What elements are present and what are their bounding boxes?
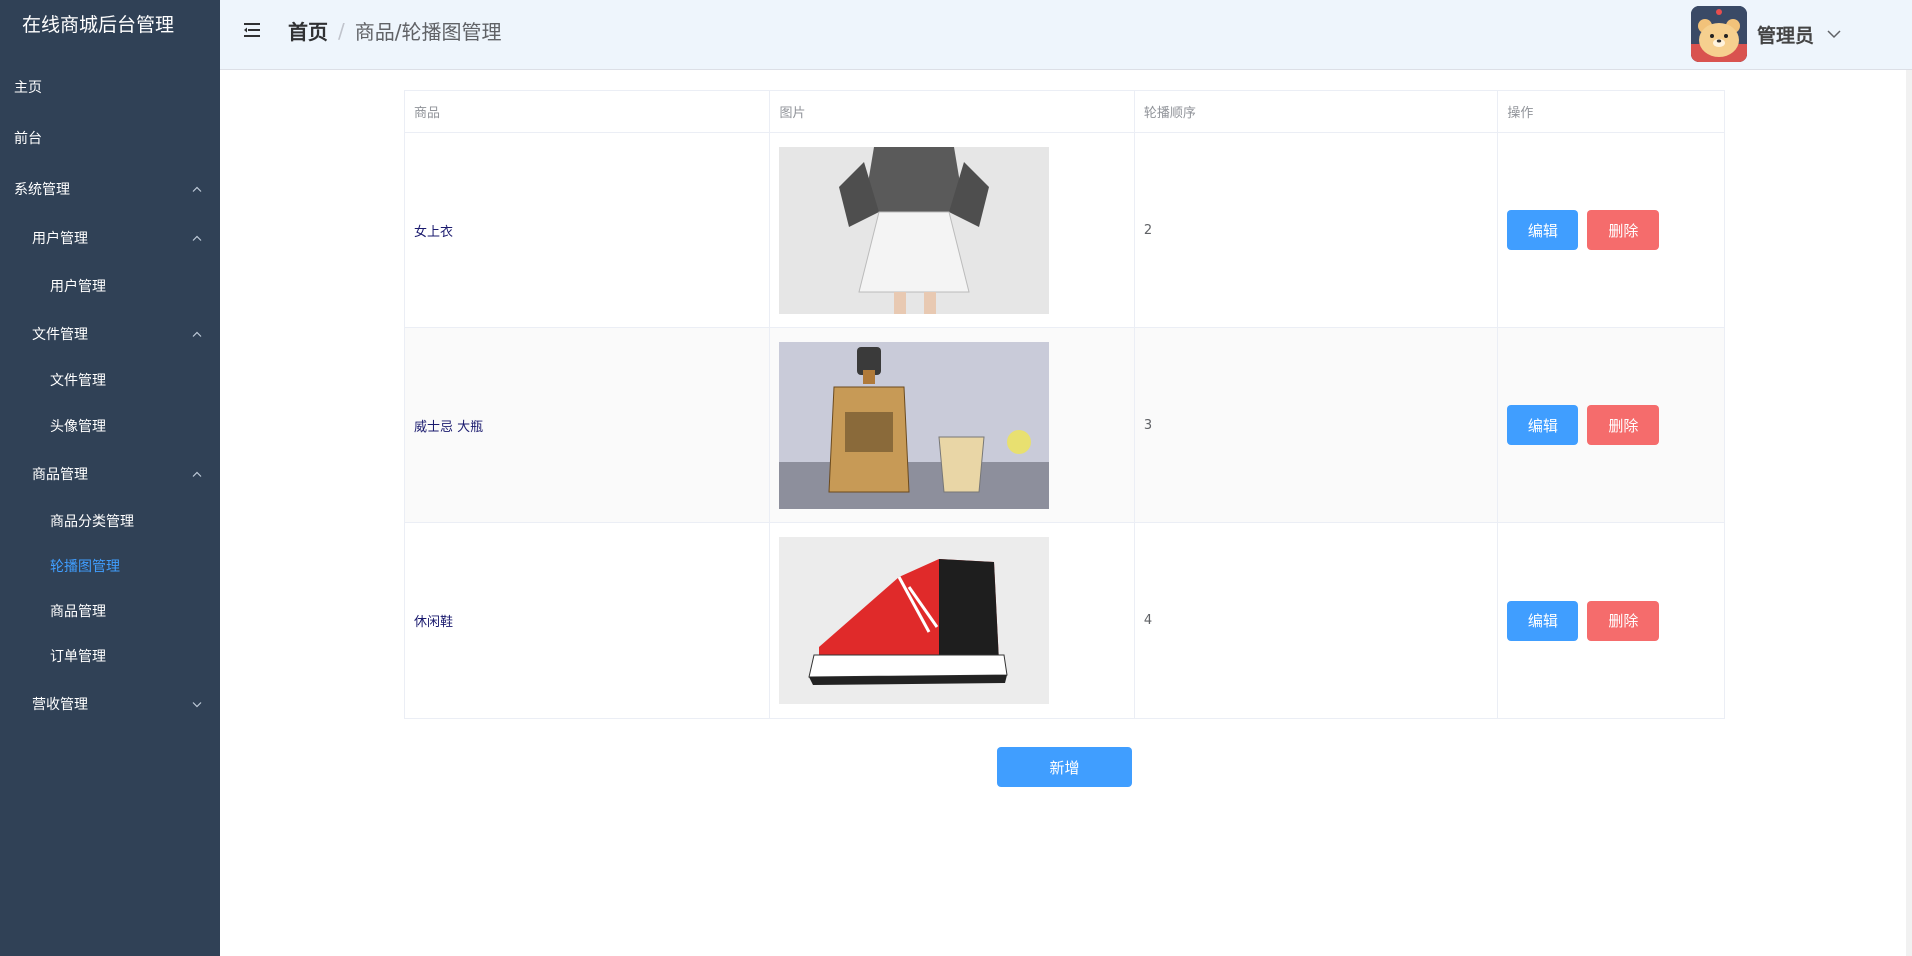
- breadcrumb: 首页 / 商品/轮播图管理: [288, 16, 502, 45]
- sidebar-item-label: 前台: [14, 131, 42, 147]
- table-row: 女上衣 2 编辑 删除: [405, 133, 1724, 328]
- sidebar-item-label: 用户管理: [50, 279, 106, 295]
- carousel-order: 2: [1135, 133, 1499, 327]
- edit-button[interactable]: 编辑: [1507, 600, 1579, 641]
- actions-cell: 编辑 删除: [1498, 328, 1724, 522]
- sidebar-item[interactable]: 轮播图管理: [50, 556, 220, 576]
- avatar: [1690, 6, 1747, 62]
- table-row: 威士忌 大瓶 3 编辑 删除: [405, 328, 1724, 523]
- chevron-up-icon: [192, 468, 202, 481]
- column-header-actions: 操作: [1507, 106, 1534, 121]
- chevron-up-icon: [192, 232, 202, 245]
- delete-button[interactable]: 删除: [1587, 210, 1660, 250]
- table-row: 休闲鞋 4 编辑 删除: [405, 523, 1724, 718]
- sidebar-item[interactable]: 文件管理: [50, 370, 220, 390]
- sidebar-item[interactable]: 商品管理: [50, 601, 220, 621]
- breadcrumb-home[interactable]: 首页: [288, 16, 328, 45]
- sidebar-item-label: 文件管理: [32, 327, 88, 343]
- breadcrumb-current: 商品/轮播图管理: [354, 20, 502, 44]
- page-scrollbar[interactable]: [1906, 70, 1912, 956]
- product-name: 威士忌 大瓶: [405, 328, 771, 522]
- menu-toggle-icon[interactable]: [242, 20, 262, 40]
- sidebar-item-label: 主页: [14, 80, 42, 96]
- sidebar-item[interactable]: 订单管理: [50, 646, 220, 666]
- sidebar-item[interactable]: 用户管理: [32, 228, 220, 248]
- sidebar-item[interactable]: 用户管理: [50, 276, 220, 296]
- sidebar-item[interactable]: 头像管理: [50, 416, 220, 436]
- column-header-product: 商品: [405, 91, 771, 132]
- table-header: 商品 图片 轮播顺序 操作: [405, 91, 1724, 133]
- sidebar-item[interactable]: 文件管理: [32, 324, 220, 344]
- sidebar-item[interactable]: 商品管理: [32, 464, 220, 484]
- image-cell: [770, 133, 1135, 327]
- chevron-down-icon: [1826, 26, 1842, 42]
- delete-button[interactable]: 删除: [1587, 405, 1660, 445]
- blouse-photo: [779, 146, 1050, 314]
- sidebar-item-label: 商品管理: [50, 604, 106, 620]
- add-button[interactable]: 新增: [997, 747, 1132, 787]
- sidebar-item-label: 商品管理: [32, 467, 88, 483]
- carousel-order: 4: [1135, 523, 1499, 718]
- sidebar-item-label: 文件管理: [50, 373, 106, 389]
- image-cell: [770, 328, 1135, 522]
- sidebar-item[interactable]: 系统管理: [14, 179, 220, 199]
- carousel-order: 3: [1135, 328, 1499, 522]
- edit-button[interactable]: 编辑: [1507, 405, 1579, 445]
- user-name: 管理员: [1756, 24, 1814, 47]
- sidebar-item-label: 商品分类管理: [50, 514, 134, 530]
- sidebar-item-label: 营收管理: [32, 697, 88, 713]
- sidebar: 在线商城后台管理 主页 前台 系统管理 用户管理 用户管理 文件管理 文件管理 头像管理 商品管…: [0, 0, 220, 956]
- image-cell: [770, 523, 1135, 718]
- edit-button[interactable]: 编辑: [1507, 210, 1579, 250]
- sidebar-item-label: 用户管理: [32, 231, 88, 247]
- chevron-down-icon: [192, 698, 202, 711]
- whiskey-photo: [779, 341, 1050, 509]
- product-name: 女上衣: [405, 133, 771, 327]
- product-name: 休闲鞋: [405, 523, 771, 718]
- carousel-table: 商品 图片 轮播顺序 操作 女上衣 2 编辑 删除 威士忌 大瓶 3 编辑 删除…: [404, 90, 1725, 719]
- sidebar-item[interactable]: 主页: [14, 77, 220, 97]
- app-title: 在线商城后台管理: [22, 14, 175, 36]
- breadcrumb-separator: /: [338, 18, 345, 43]
- sneaker-photo: [779, 537, 1050, 704]
- column-header-order: 轮播顺序: [1135, 91, 1499, 132]
- actions-cell: 编辑 删除: [1498, 133, 1724, 327]
- actions-cell: 编辑 删除: [1498, 523, 1724, 718]
- sidebar-item-label: 头像管理: [50, 419, 106, 435]
- sidebar-item[interactable]: 前台: [14, 128, 220, 148]
- user-menu[interactable]: 管理员: [1690, 6, 1842, 62]
- top-header: 首页 / 商品/轮播图管理 管理员: [220, 0, 1912, 70]
- sidebar-item[interactable]: 营收管理: [32, 694, 220, 714]
- column-header-image: 图片: [770, 91, 1135, 132]
- delete-button[interactable]: 删除: [1587, 600, 1660, 641]
- chevron-up-icon: [192, 328, 202, 341]
- chevron-up-icon: [192, 183, 202, 196]
- sidebar-item-label: 系统管理: [14, 182, 70, 198]
- sidebar-item-label: 订单管理: [50, 649, 106, 665]
- sidebar-item[interactable]: 商品分类管理: [50, 511, 220, 531]
- sidebar-item-label: 轮播图管理: [50, 559, 120, 575]
